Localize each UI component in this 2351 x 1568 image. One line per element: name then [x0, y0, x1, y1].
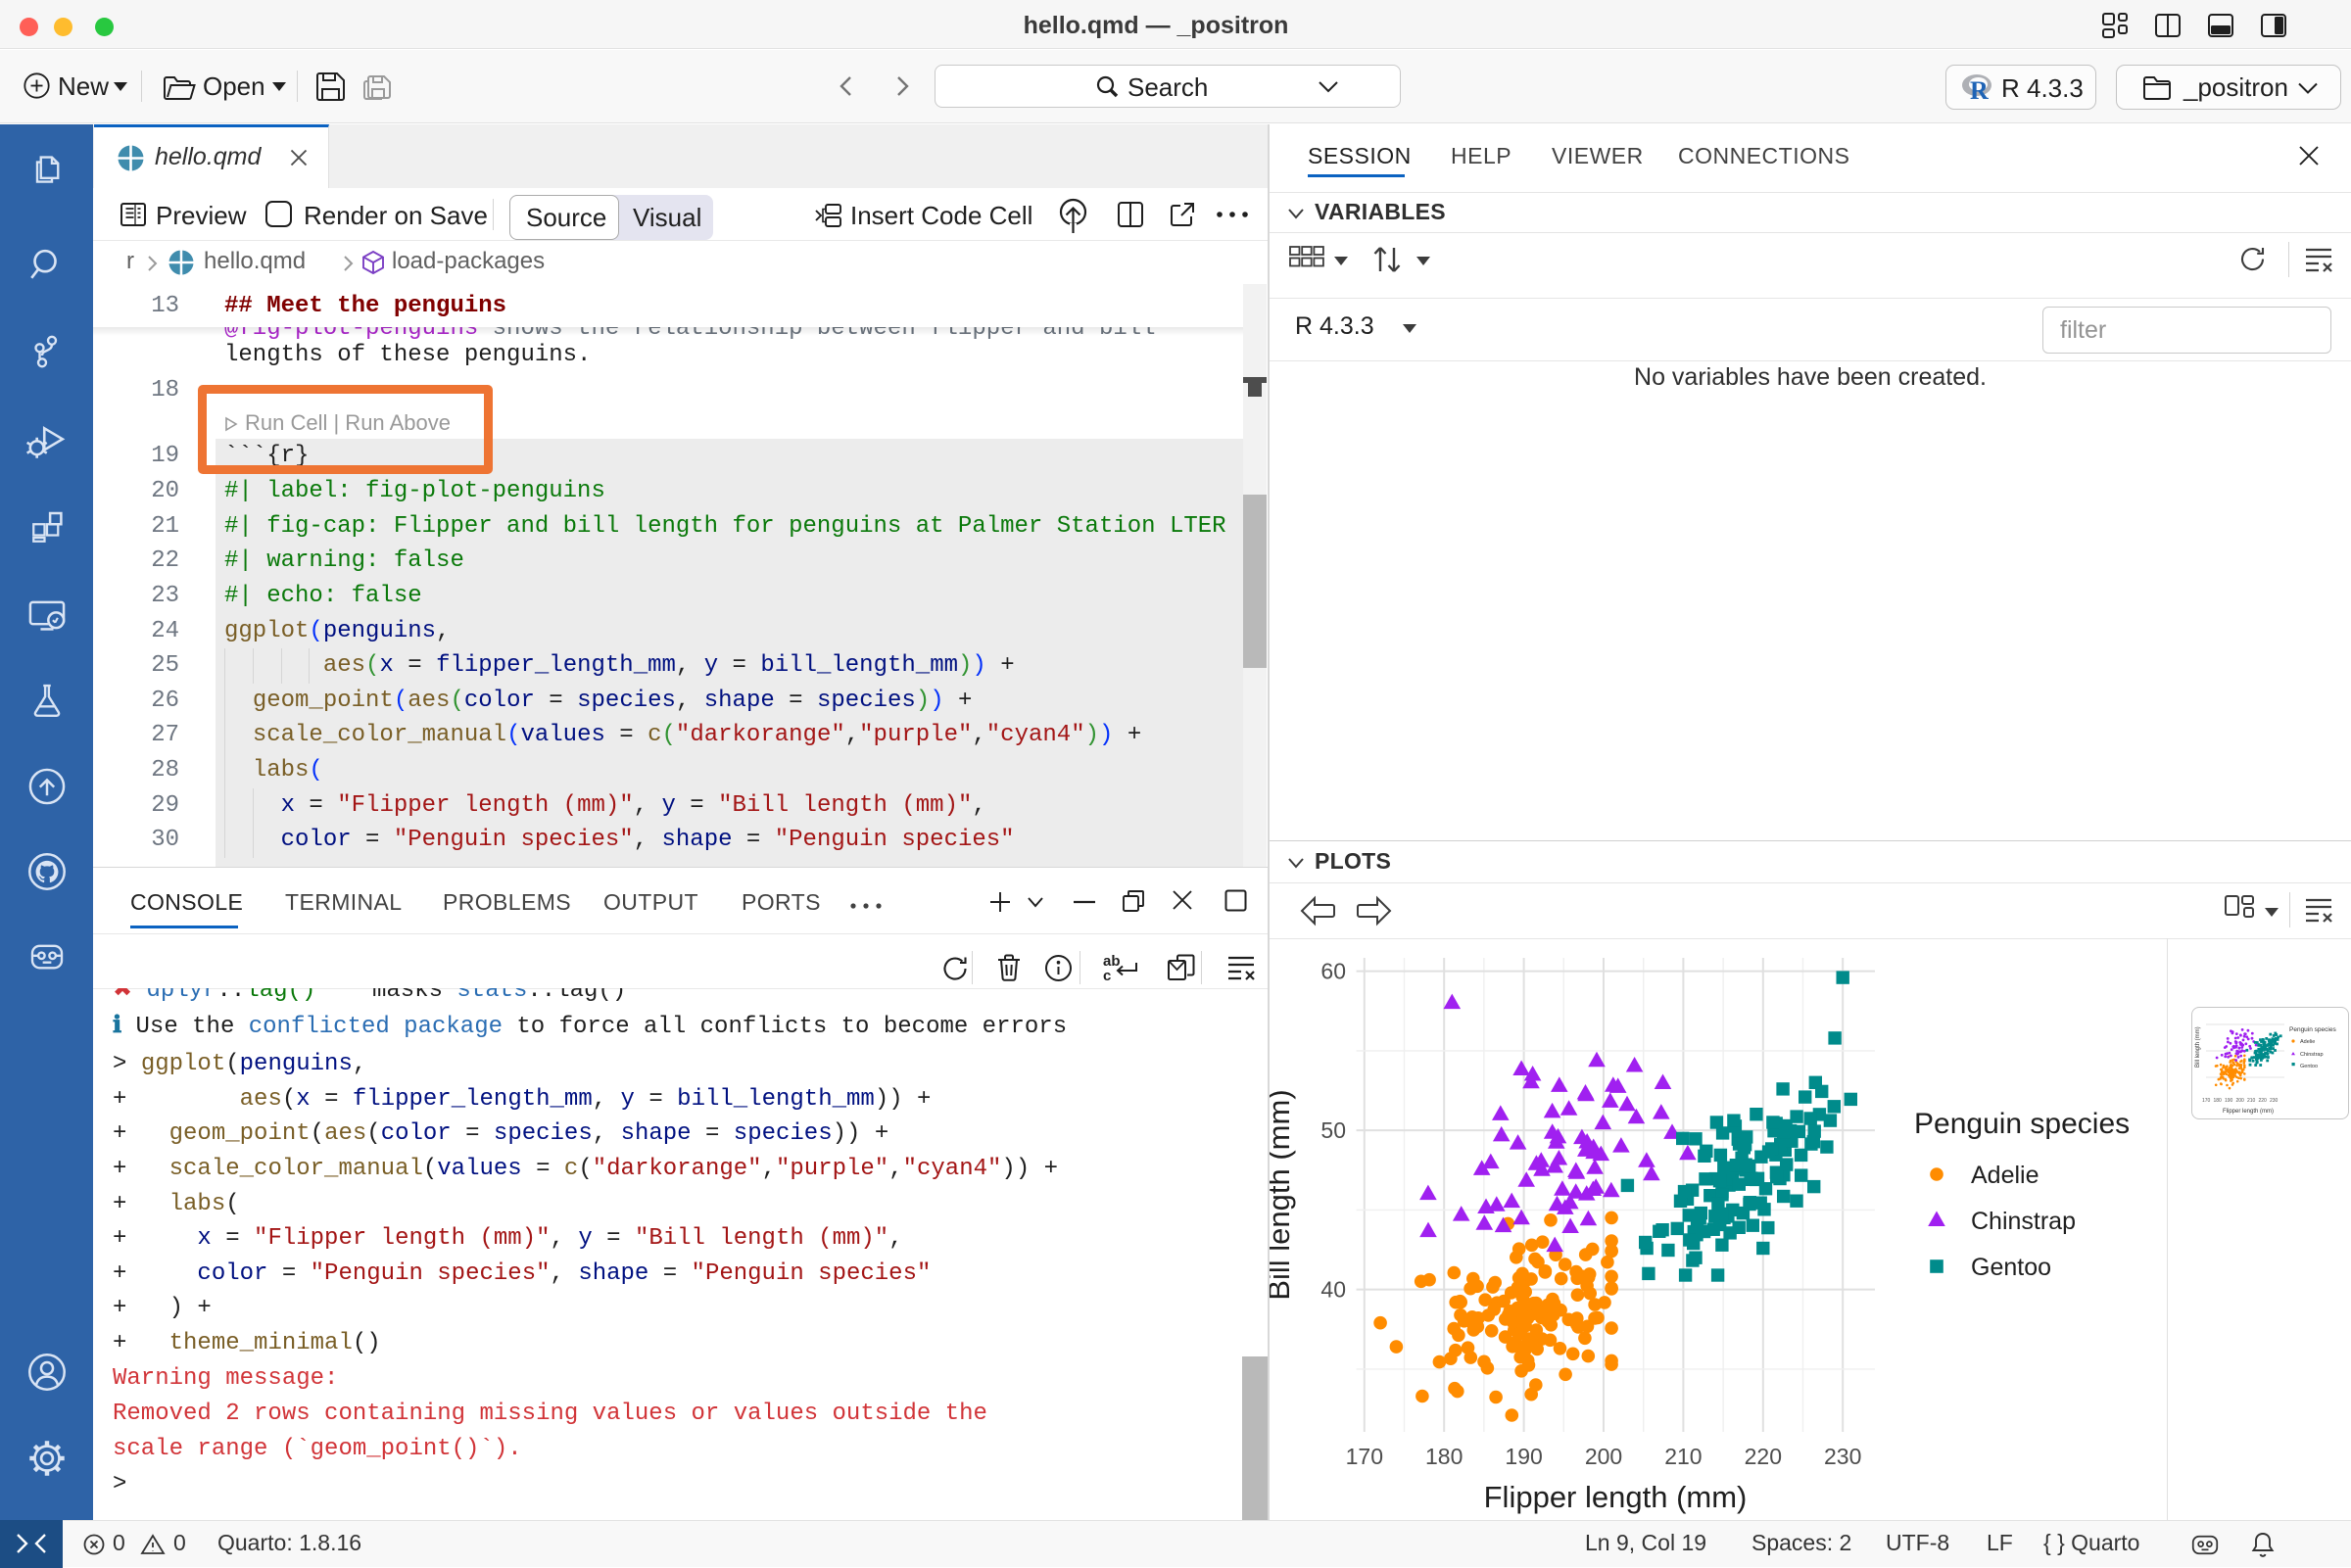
svg-text:40: 40 [1320, 1277, 1346, 1303]
svg-text:200: 200 [2236, 1098, 2245, 1104]
svg-text:230: 230 [1824, 1444, 1861, 1469]
svg-text:Penguin species: Penguin species [1914, 1108, 2130, 1140]
svg-text:180: 180 [1425, 1444, 1463, 1469]
svg-text:Gentoo: Gentoo [2300, 1064, 2318, 1069]
svg-text:190: 190 [2225, 1098, 2233, 1104]
svg-text:Flipper length (mm): Flipper length (mm) [2223, 1109, 2274, 1115]
svg-text:200: 200 [1585, 1444, 1622, 1469]
svg-text:Gentoo: Gentoo [1971, 1254, 2051, 1281]
svg-text:220: 220 [1745, 1444, 1782, 1469]
svg-text:230: 230 [2270, 1098, 2279, 1104]
svg-text:Adelie: Adelie [1971, 1162, 2039, 1189]
svg-text:Penguin species: Penguin species [2289, 1026, 2336, 1033]
svg-text:220: 220 [2259, 1098, 2268, 1104]
svg-text:170: 170 [1346, 1444, 1383, 1469]
svg-text:210: 210 [1664, 1444, 1702, 1469]
svg-text:Chinstrap: Chinstrap [2300, 1052, 2324, 1058]
svg-text:Adelie: Adelie [2300, 1039, 2315, 1045]
svg-text:210: 210 [2247, 1098, 2256, 1104]
svg-text:Chinstrap: Chinstrap [1971, 1208, 2076, 1235]
svg-text:Bill length (mm): Bill length (mm) [2195, 1026, 2201, 1068]
svg-text:170: 170 [2202, 1098, 2211, 1104]
svg-text:R: R [1970, 76, 1989, 101]
svg-text:Flipper length (mm): Flipper length (mm) [1484, 1480, 1748, 1514]
svg-text:190: 190 [1505, 1444, 1542, 1469]
svg-text:Bill length (mm): Bill length (mm) [1270, 1089, 1296, 1300]
svg-text:60: 60 [1320, 959, 1346, 984]
svg-text:50: 50 [1320, 1117, 1346, 1143]
svg-text:180: 180 [2214, 1098, 2223, 1104]
svg-text:c: c [1103, 968, 1111, 984]
